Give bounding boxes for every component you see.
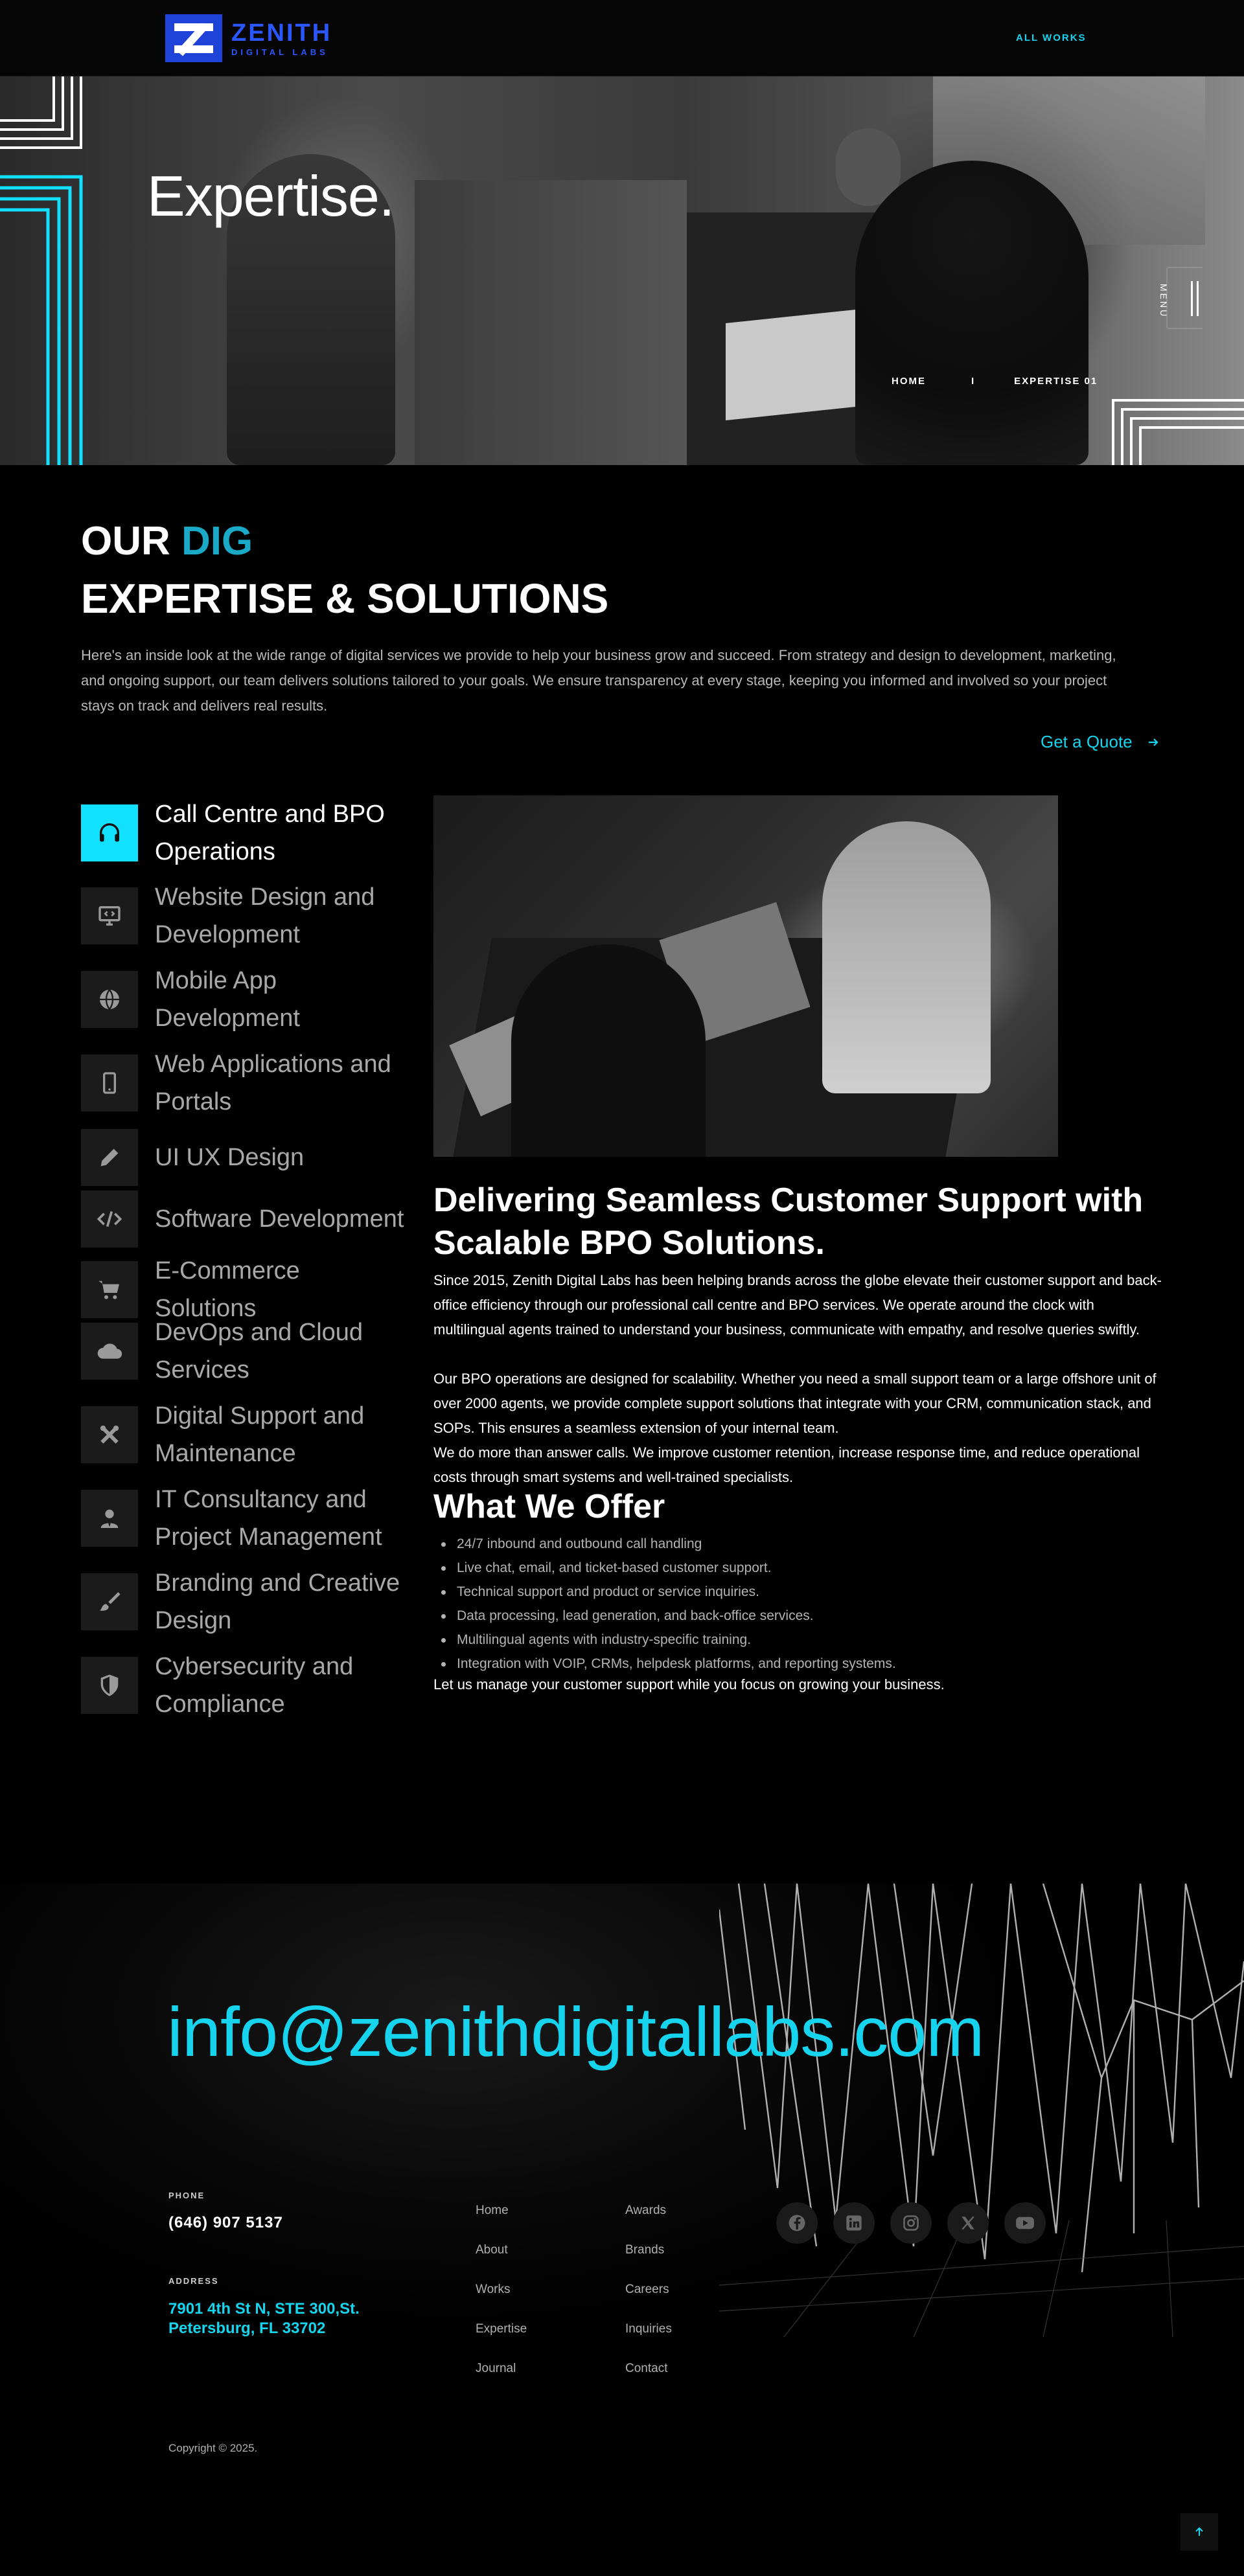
section-description: Here's an inside look at the wide range … (81, 647, 1116, 714)
decorative-lines-top-left (0, 76, 83, 465)
footer-link-works[interactable]: Works (476, 2283, 527, 2322)
service-paragraph: Our BPO operations are designed for scal… (433, 1371, 1157, 1436)
all-works-link[interactable]: ALL WORKS (1016, 32, 1087, 43)
arrow-right-icon (1148, 738, 1158, 746)
service-item-cybersecurity[interactable]: Cybersecurity and Compliance (81, 1648, 408, 1723)
service-paragraph: We do more than answer calls. We improve… (433, 1444, 1140, 1485)
get-quote-button[interactable]: Get a Quote (1041, 732, 1160, 752)
service-heading: Delivering Seamless Customer Support wit… (433, 1181, 1144, 1262)
x-icon[interactable] (947, 2202, 989, 2244)
service-label: Branding and Creative Design (155, 1569, 400, 1634)
instagram-icon[interactable] (890, 2202, 932, 2244)
footer-links-secondary: Awards Brands Careers Inquiries Contact (625, 2204, 672, 2401)
linkedin-icon[interactable] (833, 2202, 875, 2244)
logo-subtitle: DIGITAL LABS (231, 47, 328, 57)
footer-link-brands[interactable]: Brands (625, 2243, 672, 2283)
eyebrow-prefix: OUR (81, 519, 181, 564)
arrow-up-icon (1195, 2527, 1203, 2536)
address-link[interactable]: 7901 4th St N, STE 300,St. Petersburg, F… (168, 2299, 382, 2338)
service-item-consultancy[interactable]: IT Consultancy and Project Management (81, 1481, 408, 1556)
service-item-ui-ux[interactable]: UI UX Design (81, 1129, 408, 1186)
logo-name: ZENITH (231, 19, 332, 47)
social-links (776, 2202, 1046, 2244)
footer-link-expertise[interactable]: Expertise (476, 2322, 527, 2362)
footer-link-about[interactable]: About (476, 2243, 527, 2283)
logo-mark-icon (165, 14, 222, 62)
footer-link-inquiries[interactable]: Inquiries (625, 2322, 672, 2362)
eyebrow-accent: DIG (181, 519, 253, 564)
service-label: Software Development (155, 1205, 404, 1233)
phone-label: PHONE (168, 2191, 205, 2200)
list-item: Integration with VOIP, CRMs, helpdesk pl… (433, 1652, 1081, 1676)
offer-heading: What We Offer (433, 1488, 665, 1525)
service-item-mobile-app[interactable]: Mobile App Development (81, 962, 408, 1037)
service-item-website[interactable]: Website Design and Development (81, 878, 408, 953)
service-item-web-apps[interactable]: Web Applications and Portals (81, 1045, 408, 1121)
cloud-icon (81, 1323, 138, 1380)
headset-icon (81, 804, 138, 861)
service-label: Digital Support and Maintenance (155, 1402, 365, 1467)
hero-banner (0, 76, 1244, 465)
cart-icon (81, 1261, 138, 1318)
breadcrumb-current: EXPERTISE 01 (1014, 376, 1098, 387)
service-item-call-centre[interactable]: Call Centre and BPO Operations (81, 795, 408, 871)
address-label: ADDRESS (168, 2276, 219, 2286)
list-item: 24/7 inbound and outbound call handling (433, 1532, 1081, 1556)
service-item-software[interactable]: Software Development (81, 1191, 408, 1248)
service-label: DevOps and Cloud Services (155, 1319, 363, 1384)
footer-link-journal[interactable]: Journal (476, 2362, 527, 2401)
service-paragraph: Since 2015, Zenith Digital Labs has been… (433, 1272, 1162, 1338)
shield-icon (81, 1657, 138, 1714)
wireframe-decoration (719, 1884, 1244, 2337)
service-item-branding[interactable]: Branding and Creative Design (81, 1564, 408, 1639)
phone-link[interactable]: (646) 907 5137 (168, 2214, 283, 2232)
menu-label: MENU (1158, 284, 1169, 319)
service-item-devops[interactable]: DevOps and Cloud Services (81, 1314, 408, 1389)
site-header: ZENITH DIGITAL LABS ALL WORKS (0, 0, 1244, 76)
offer-list: 24/7 inbound and outbound call handling … (433, 1532, 1081, 1676)
service-label: Call Centre and BPO Operations (155, 801, 385, 865)
list-item: Data processing, lead generation, and ba… (433, 1604, 1081, 1628)
footer-link-careers[interactable]: Careers (625, 2283, 672, 2322)
decorative-lines-bottom-right (1112, 399, 1244, 465)
section-eyebrow: OUR DIG (81, 518, 253, 564)
menu-bars-icon[interactable] (1191, 281, 1199, 316)
list-item: Live chat, email, and ticket-based custo… (433, 1556, 1081, 1580)
breadcrumb-separator: I (971, 376, 976, 387)
mobile-icon (81, 1054, 138, 1111)
footer-link-contact[interactable]: Contact (625, 2362, 672, 2401)
service-label: IT Consultancy and Project Management (155, 1486, 382, 1551)
hero-title: Expertise. (147, 164, 395, 228)
facebook-icon[interactable] (776, 2202, 818, 2244)
back-to-top-button[interactable] (1181, 2513, 1218, 2551)
user-tie-icon (81, 1490, 138, 1547)
tools-icon (81, 1406, 138, 1463)
brush-icon (81, 1573, 138, 1630)
footer-link-home[interactable]: Home (476, 2204, 527, 2243)
closing-text: Let us manage your customer support whil… (433, 1676, 945, 1693)
service-photo (433, 795, 1058, 1157)
globe-icon (81, 971, 138, 1028)
pencil-icon (81, 1129, 138, 1186)
breadcrumb-home[interactable]: HOME (892, 376, 926, 387)
code-icon (81, 1191, 138, 1248)
breadcrumb: HOME I EXPERTISE 01 (892, 376, 1098, 387)
get-quote-label: Get a Quote (1041, 732, 1133, 751)
logo[interactable]: ZENITH DIGITAL LABS (165, 14, 332, 62)
service-label: Cybersecurity and Compliance (155, 1653, 354, 1718)
contact-email-link[interactable]: info@zenithdigitallabs.com (167, 1991, 984, 2072)
service-item-support[interactable]: Digital Support and Maintenance (81, 1397, 408, 1472)
list-item: Multilingual agents with industry-specif… (433, 1628, 1081, 1652)
footer-link-awards[interactable]: Awards (625, 2204, 672, 2243)
service-label: Website Design and Development (155, 883, 375, 948)
copyright: Copyright © 2025. (168, 2442, 258, 2454)
service-label: Web Applications and Portals (155, 1051, 391, 1115)
youtube-icon[interactable] (1004, 2202, 1046, 2244)
section-title: EXPERTISE & SOLUTIONS (81, 575, 609, 622)
service-label: Mobile App Development (155, 967, 300, 1032)
service-label: UI UX Design (155, 1144, 305, 1171)
footer-links-primary: Home About Works Expertise Journal (476, 2204, 527, 2401)
list-item: Technical support and product or service… (433, 1580, 1081, 1604)
monitor-code-icon (81, 887, 138, 944)
